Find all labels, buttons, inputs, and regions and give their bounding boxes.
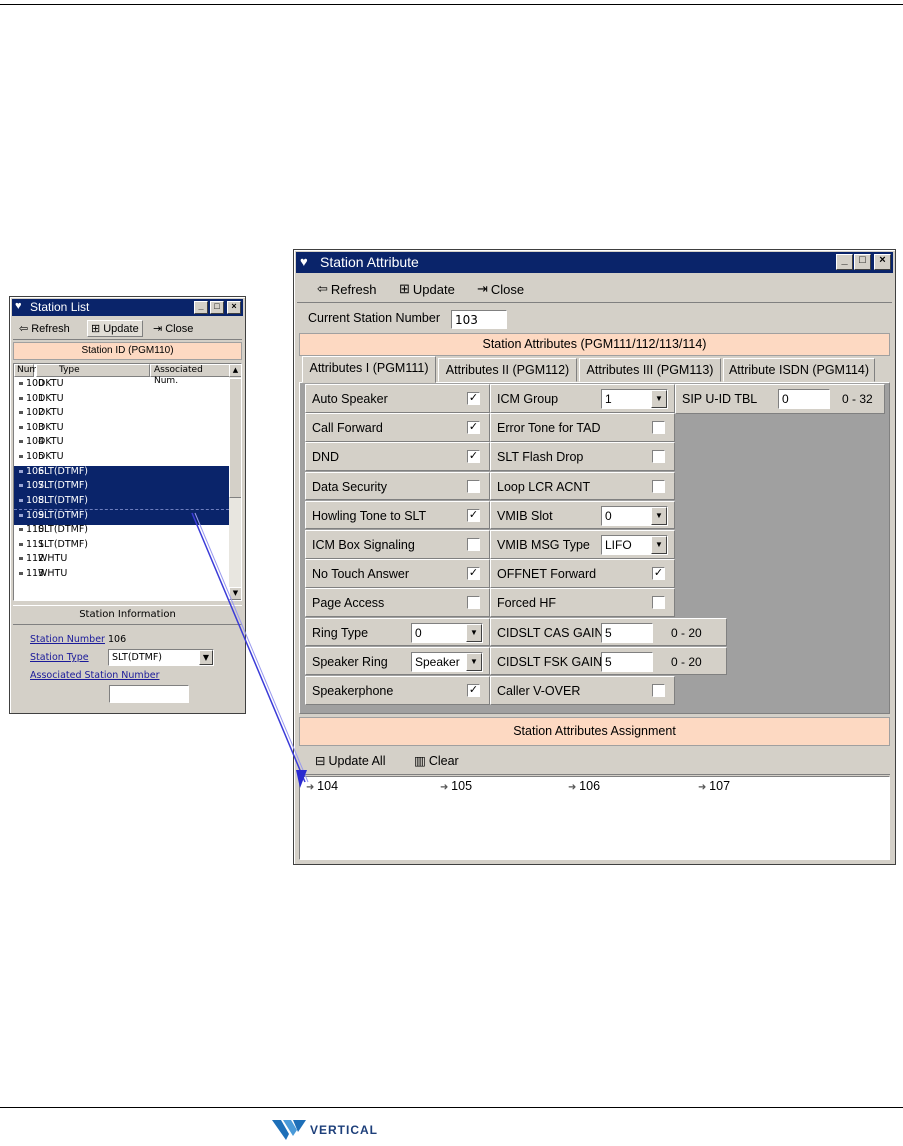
tab-attributes-1[interactable]: Attributes I (PGM111) [302,356,436,383]
vertical-logo-icon [272,1120,306,1140]
vertical-logo: VERTICAL [272,1120,378,1140]
arrow-line [191,512,306,783]
arrow-head [296,770,307,788]
drag-arrow [191,512,309,788]
logo-text: VERTICAL [310,1123,378,1137]
arrow-line-shadow [194,512,309,783]
